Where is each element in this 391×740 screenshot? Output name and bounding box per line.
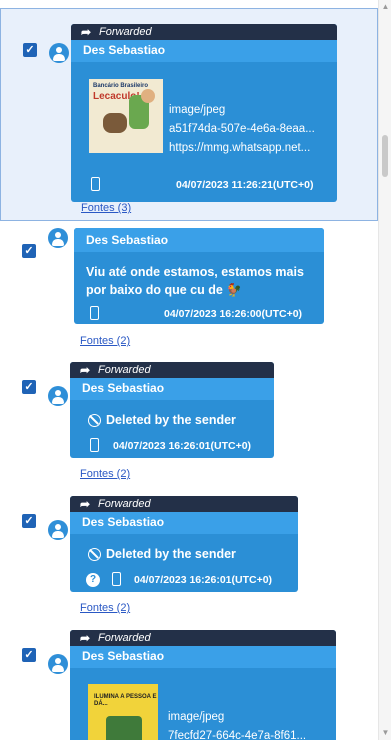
message-timestamp: 04/07/2023 16:26:01(UTC+0): [113, 440, 252, 452]
attachment-id: a51f74da-507e-4e6a-8eaa...: [169, 123, 315, 135]
forwarded-bar: ➦ Forwarded: [71, 24, 337, 40]
phone-icon: [90, 438, 99, 452]
forwarded-label: Forwarded: [98, 498, 151, 510]
avatar: [48, 520, 68, 540]
attachment-info: image/jpeg a51f74da-507e-4e6a-8eaa... ht…: [169, 101, 315, 158]
sources-link[interactable]: Fontes (3): [81, 202, 131, 214]
message-bubble[interactable]: ➦ Forwarded Des Sebastiao ILUMINA A PESS…: [70, 630, 336, 740]
scroll-down-arrow-icon[interactable]: ▼: [379, 726, 391, 740]
message-bubble[interactable]: Des Sebastiao Viu até onde estamos, esta…: [74, 228, 324, 324]
message-checkbox[interactable]: ✓: [22, 244, 36, 258]
image-thumbnail[interactable]: ILUMINA A PESSOA E DÁ...: [88, 684, 158, 740]
thumbnail-caption: Bancário Brasileiro: [93, 83, 149, 89]
message-checkbox[interactable]: ✓: [23, 43, 37, 57]
forwarded-label: Forwarded: [98, 632, 151, 644]
message-timestamp: 04/07/2023 11:26:21(UTC+0): [176, 179, 314, 191]
phone-icon: [112, 572, 121, 586]
message-timestamp: 04/07/2023 16:26:00(UTC+0): [164, 308, 303, 320]
forwarded-bar: ➦ Forwarded: [70, 496, 298, 512]
message-text-part: por baixo do que cu de: [86, 283, 223, 297]
attachment-type: image/jpeg: [168, 711, 225, 723]
forward-arrow-icon: ➦: [80, 497, 91, 511]
phone-icon: [90, 306, 99, 320]
check-icon: ✓: [24, 245, 34, 257]
forward-arrow-icon: ➦: [80, 631, 91, 645]
message-text-line: por baixo do que cu de 🐓: [86, 281, 304, 299]
sender-name: Des Sebastiao: [86, 233, 169, 247]
sender-name: Des Sebastiao: [82, 649, 165, 663]
sender-name: Des Sebastiao: [83, 43, 166, 57]
message-row[interactable]: ✓ Des Sebastiao Viu até onde estamos, es…: [0, 222, 378, 352]
rooster-emoji: 🐓: [226, 283, 242, 297]
help-icon[interactable]: ?: [86, 573, 100, 587]
deleted-message-text: Deleted by the sender: [106, 413, 236, 427]
deleted-message-text: Deleted by the sender: [106, 547, 236, 561]
deleted-icon: [88, 414, 101, 427]
forwarded-bar: ➦ Forwarded: [70, 362, 274, 378]
attachment-type: image/jpeg: [169, 104, 226, 116]
attachment-info: image/jpeg 7fecfd27-664c-4e7a-8f61...: [168, 708, 306, 740]
message-row[interactable]: ✓ ➦ Forwarded Des Sebastiao Deleted by t…: [0, 494, 378, 624]
forwarded-label: Forwarded: [99, 26, 152, 38]
scroll-up-arrow-icon[interactable]: ▲: [379, 0, 391, 14]
forwarded-bar: ➦ Forwarded: [70, 630, 336, 646]
message-text-line: Viu até onde estamos, estamos mais: [86, 265, 304, 279]
image-thumbnail[interactable]: Bancário Brasileiro Lecaculo!: [89, 79, 163, 153]
message-checkbox[interactable]: ✓: [22, 514, 36, 528]
sources-link[interactable]: Fontes (2): [80, 335, 130, 347]
message-checkbox[interactable]: ✓: [22, 648, 36, 662]
sender-bar: Des Sebastiao: [70, 378, 274, 400]
attachment-id: 7fecfd27-664c-4e7a-8f61...: [168, 730, 307, 740]
phone-icon: [91, 177, 100, 191]
sender-bar: Des Sebastiao: [70, 512, 298, 534]
avatar: [49, 43, 69, 63]
check-icon: ✓: [24, 649, 34, 661]
avatar: [48, 386, 68, 406]
sources-link[interactable]: Fontes (2): [80, 468, 130, 480]
message-timestamp: 04/07/2023 16:26:01(UTC+0): [134, 574, 273, 586]
check-icon: ✓: [24, 515, 34, 527]
avatar: [48, 654, 68, 674]
message-row-selected[interactable]: ✓ ➦ Forwarded Des Sebastiao Bancário Bra…: [0, 8, 378, 221]
forward-arrow-icon: ➦: [80, 363, 91, 377]
message-bubble[interactable]: ➦ Forwarded Des Sebastiao Deleted by the…: [70, 362, 274, 458]
message-checkbox[interactable]: ✓: [22, 380, 36, 394]
deleted-icon: [88, 548, 101, 561]
message-text: Viu até onde estamos, estamos mais por b…: [86, 263, 304, 299]
avatar: [48, 228, 68, 248]
message-row[interactable]: ✓ ➦ Forwarded Des Sebastiao Deleted by t…: [0, 360, 378, 490]
sender-bar: Des Sebastiao: [70, 646, 336, 668]
sender-bar: Des Sebastiao: [71, 40, 337, 62]
message-row[interactable]: ✓ ➦ Forwarded Des Sebastiao ILUMINA A PE…: [0, 628, 378, 740]
sender-name: Des Sebastiao: [82, 515, 165, 529]
sender-bar: Des Sebastiao: [74, 228, 324, 252]
message-bubble[interactable]: ➦ Forwarded Des Sebastiao Deleted by the…: [70, 496, 298, 592]
check-icon: ✓: [24, 381, 34, 393]
attachment-url[interactable]: https://mmg.whatsapp.net...: [169, 139, 315, 158]
message-bubble[interactable]: ➦ Forwarded Des Sebastiao Bancário Brasi…: [71, 24, 337, 202]
sender-name: Des Sebastiao: [82, 381, 165, 395]
check-icon: ✓: [25, 44, 35, 56]
forwarded-label: Forwarded: [98, 364, 151, 376]
forward-arrow-icon: ➦: [81, 25, 92, 39]
scrollbar-thumb[interactable]: [382, 135, 388, 177]
vertical-scrollbar[interactable]: ▲ ▼: [378, 0, 391, 740]
sources-link[interactable]: Fontes (2): [80, 602, 130, 614]
chat-message-list[interactable]: ✓ ➦ Forwarded Des Sebastiao Bancário Bra…: [0, 0, 378, 740]
thumbnail-caption: ILUMINA A PESSOA E DÁ...: [94, 694, 157, 707]
